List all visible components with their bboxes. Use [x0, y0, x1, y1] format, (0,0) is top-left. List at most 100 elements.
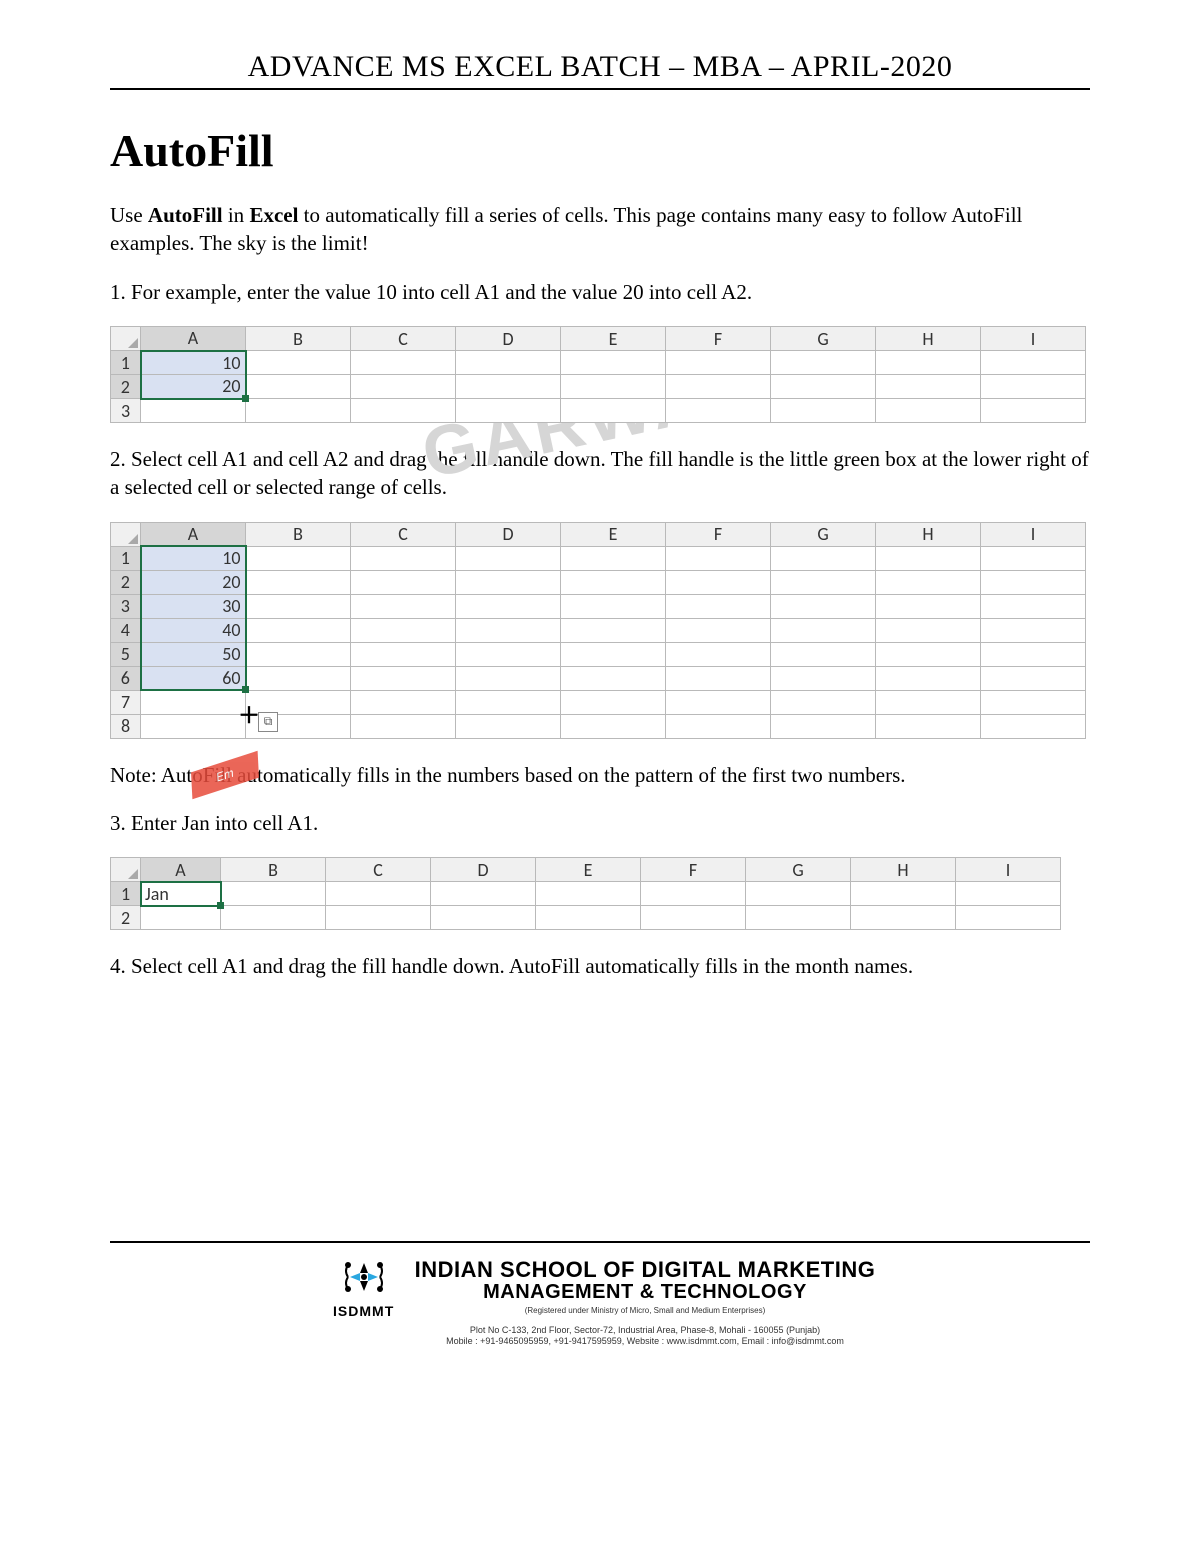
cell — [771, 618, 876, 642]
excel-table-2: A B C D E F G H I 110 220 330 440 550 66… — [110, 522, 1090, 739]
footer-rule — [110, 1241, 1090, 1243]
col-header-A: A — [141, 327, 246, 351]
footer: ISDMMT INDIAN SCHOOL OF DIGITAL MARKETIN… — [110, 1257, 1090, 1348]
col-header-C: C — [351, 522, 456, 546]
intro-paragraph: Use AutoFill in Excel to automatically f… — [110, 201, 1090, 258]
cell — [876, 546, 981, 570]
cell — [666, 399, 771, 423]
cell — [456, 375, 561, 399]
cell — [561, 570, 666, 594]
cell — [876, 351, 981, 375]
cell — [876, 690, 981, 714]
cell — [666, 690, 771, 714]
cell — [561, 642, 666, 666]
footer-school-name-2: MANAGEMENT & TECHNOLOGY — [415, 1281, 876, 1304]
cell — [666, 714, 771, 738]
cell — [246, 375, 351, 399]
cell — [641, 906, 746, 930]
col-header-B: B — [221, 858, 326, 882]
cell — [876, 594, 981, 618]
cell — [771, 594, 876, 618]
cell — [771, 666, 876, 690]
cell — [456, 570, 561, 594]
cell — [956, 882, 1061, 906]
cell — [326, 906, 431, 930]
row-header: 4 — [111, 618, 141, 642]
cell — [981, 642, 1086, 666]
cell — [746, 882, 851, 906]
cell — [246, 546, 351, 570]
cell — [326, 882, 431, 906]
cell — [456, 351, 561, 375]
cell — [956, 906, 1061, 930]
col-header-B: B — [246, 327, 351, 351]
cell — [771, 642, 876, 666]
cell — [876, 618, 981, 642]
cell — [141, 399, 246, 423]
col-header-B: B — [246, 522, 351, 546]
footer-registration: (Registered under Ministry of Micro, Sma… — [415, 1306, 876, 1315]
footer-text: INDIAN SCHOOL OF DIGITAL MARKETING MANAG… — [415, 1257, 876, 1348]
step-3: 3. Enter Jan into cell A1. — [110, 809, 1090, 837]
cell — [536, 906, 641, 930]
row-header: 3 — [111, 594, 141, 618]
col-header-A: A — [141, 522, 246, 546]
cell — [666, 546, 771, 570]
cell-A5: 50 — [141, 642, 246, 666]
cell-A2: 20 — [141, 375, 246, 399]
cell — [246, 351, 351, 375]
row-header: 7 — [111, 690, 141, 714]
excel-table-3: A B C D E F G H I 1 Jan 2 — [110, 857, 1090, 930]
intro-pre: Use — [110, 203, 148, 227]
cell-A3: 30 — [141, 594, 246, 618]
cell — [351, 546, 456, 570]
step-1: 1. For example, enter the value 10 into … — [110, 278, 1090, 306]
cell — [666, 618, 771, 642]
cell — [561, 690, 666, 714]
cell — [561, 351, 666, 375]
cell — [351, 714, 456, 738]
step-4: 4. Select cell A1 and drag the fill hand… — [110, 952, 1090, 980]
page-title: AutoFill — [110, 124, 1090, 177]
cell — [666, 351, 771, 375]
cell — [876, 570, 981, 594]
cell-A1: Jan — [141, 882, 221, 906]
cell — [981, 618, 1086, 642]
cell — [351, 618, 456, 642]
page-header: ADVANCE MS EXCEL BATCH – MBA – APRIL-202… — [110, 50, 1090, 90]
cell — [351, 666, 456, 690]
cell-A1: 10 — [141, 546, 246, 570]
cell — [771, 399, 876, 423]
col-header-A: A — [141, 858, 221, 882]
cell — [876, 666, 981, 690]
cell — [456, 399, 561, 423]
cell — [246, 570, 351, 594]
cell — [666, 570, 771, 594]
row-header: 2 — [111, 375, 141, 399]
cell — [246, 594, 351, 618]
cell — [981, 666, 1086, 690]
cell — [561, 375, 666, 399]
intro-bold-excel: Excel — [249, 203, 298, 227]
cell — [771, 546, 876, 570]
cell — [771, 570, 876, 594]
col-header-G: G — [771, 327, 876, 351]
col-header-H: H — [876, 522, 981, 546]
cell — [561, 546, 666, 570]
cell — [981, 546, 1086, 570]
cell — [246, 618, 351, 642]
cell — [141, 906, 221, 930]
cell — [666, 642, 771, 666]
footer-brand: ISDMMT — [325, 1303, 403, 1319]
cell — [666, 594, 771, 618]
cell — [351, 351, 456, 375]
col-header-I: I — [956, 858, 1061, 882]
row-header: 2 — [111, 570, 141, 594]
row-header: 1 — [111, 546, 141, 570]
cell — [746, 906, 851, 930]
col-header-D: D — [456, 522, 561, 546]
cell — [141, 690, 246, 714]
col-header-C: C — [326, 858, 431, 882]
excel-table-1: A B C D E F G H I 1 10 2 20 3 — [110, 326, 1090, 423]
col-header-G: G — [746, 858, 851, 882]
